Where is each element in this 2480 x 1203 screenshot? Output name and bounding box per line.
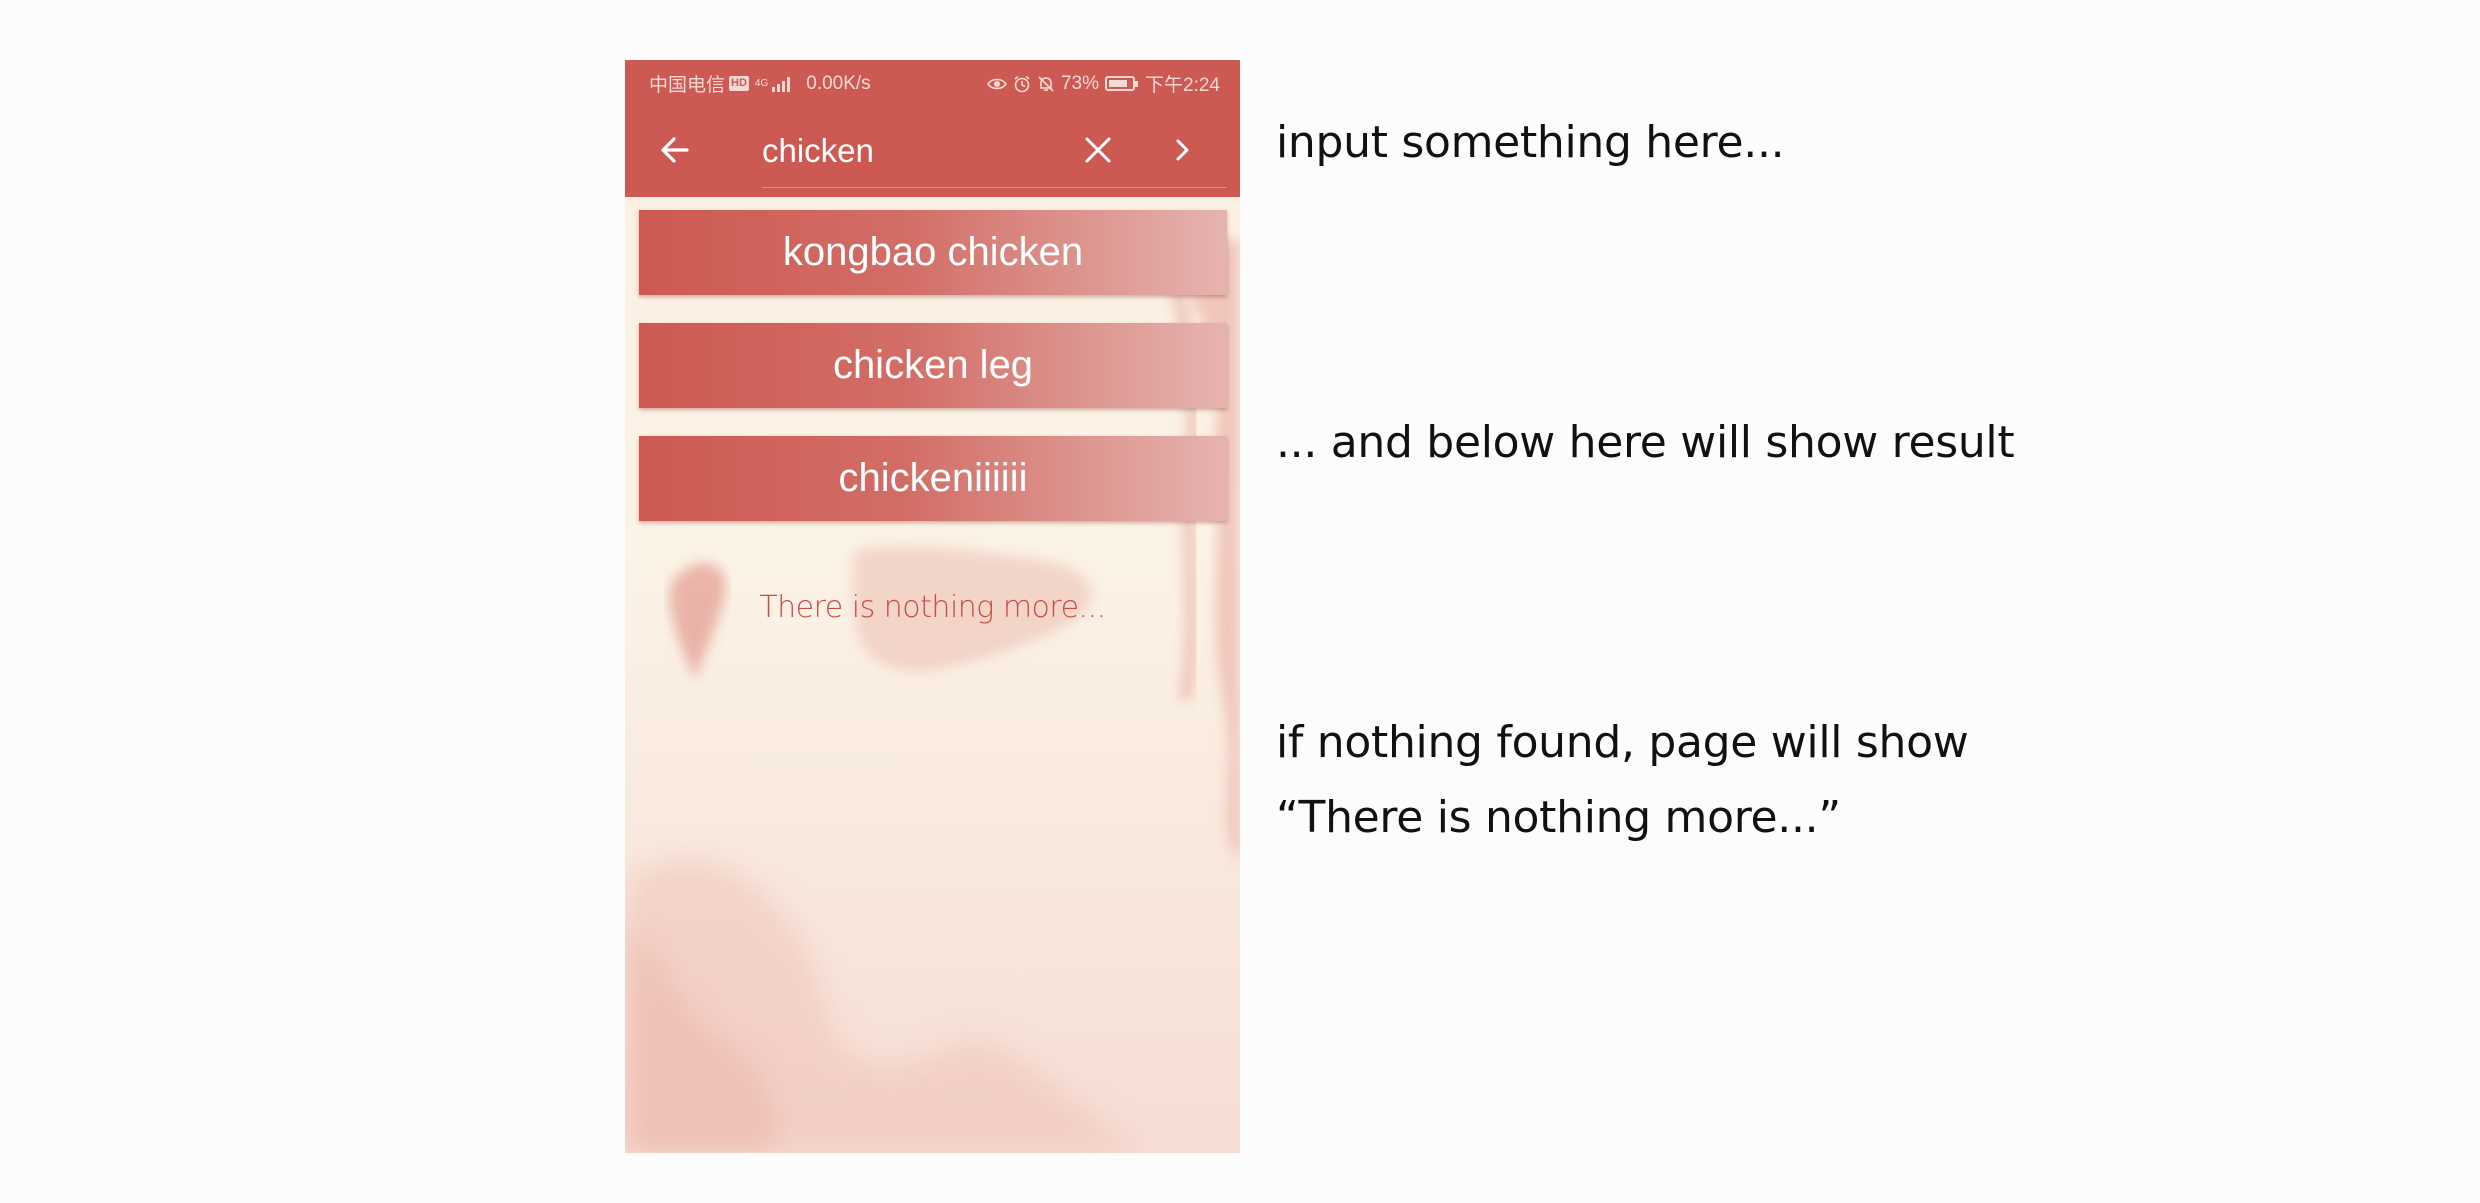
- status-right: 73% 下午2:24: [987, 70, 1220, 97]
- search-underline: [762, 187, 1227, 188]
- carrier-label: 中国电信: [649, 75, 726, 96]
- close-icon: [1085, 137, 1111, 163]
- clear-button[interactable]: [1078, 130, 1118, 170]
- signal-icon: [772, 76, 791, 92]
- arrow-left-icon: [661, 137, 689, 163]
- network-type: 4G: [754, 78, 769, 89]
- chevron-right-icon: [1176, 139, 1189, 161]
- result-label: chickeniiiiii: [838, 456, 1028, 500]
- empty-message: There is nothing more...: [759, 590, 1106, 625]
- status-bar: 中国电信 HD 4G 0.00K/s 73% 下午2:24: [625, 60, 1240, 102]
- back-button[interactable]: [655, 130, 695, 170]
- result-item[interactable]: chickeniiiiii: [639, 436, 1227, 521]
- phone-screen: 中国电信 HD 4G 0.00K/s 73% 下午2:24 chicken ko…: [625, 60, 1240, 1153]
- result-item[interactable]: chicken leg: [639, 323, 1227, 408]
- forward-button[interactable]: [1162, 130, 1202, 170]
- battery-icon: [1105, 76, 1139, 91]
- result-label: kongbao chicken: [782, 230, 1084, 274]
- result-item[interactable]: kongbao chicken: [639, 210, 1227, 295]
- battery-percent: 73%: [1060, 72, 1100, 94]
- bell-off-icon: [1038, 75, 1054, 92]
- app-bar: 中国电信 HD 4G 0.00K/s 73% 下午2:24 chicken: [625, 60, 1240, 197]
- clock: 下午2:24: [1145, 75, 1220, 96]
- result-label: chicken leg: [832, 343, 1034, 387]
- hd-badge: HD: [729, 76, 749, 91]
- annotation-empty-quote: “There is nothing more...”: [1276, 792, 1841, 843]
- search-input[interactable]: [762, 126, 1102, 176]
- annotation-empty-hint: if nothing found, page will show: [1276, 717, 1969, 768]
- eye-icon: [987, 78, 1007, 89]
- status-left: 中国电信 HD 4G 0.00K/s: [649, 70, 871, 97]
- results-list: kongbao chicken chicken leg chickeniiiii…: [639, 210, 1227, 549]
- network-speed: 0.00K/s: [806, 72, 871, 94]
- alarm-icon: [1014, 75, 1030, 92]
- annotation-result-hint: ... and below here will show result: [1276, 417, 2015, 468]
- annotation-input-hint: input something here...: [1276, 117, 1785, 168]
